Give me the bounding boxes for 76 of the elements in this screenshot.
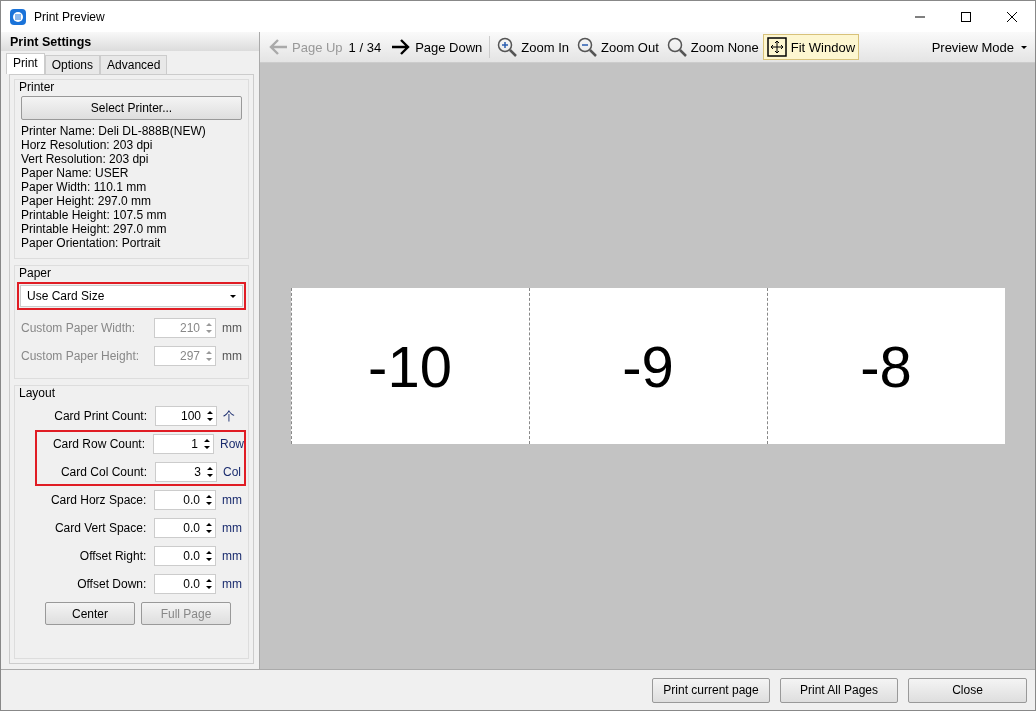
- spin-arrows-icon[interactable]: [206, 522, 212, 534]
- field-label: Card Vert Space:: [53, 521, 148, 535]
- arrow-right-icon: [391, 37, 412, 57]
- spin-field[interactable]: 3: [155, 462, 217, 482]
- card-number: -9: [528, 288, 767, 444]
- tab[interactable]: Print: [6, 53, 45, 74]
- spin-arrows-icon[interactable]: [206, 578, 212, 590]
- printer-info: Paper Name: USER: [21, 166, 130, 180]
- unit-label: Row: [220, 437, 244, 451]
- layout-button[interactable]: Center: [45, 602, 135, 625]
- zoom-out-button[interactable]: Zoom Out: [573, 34, 663, 60]
- unit-label: mm: [222, 321, 242, 335]
- fit-window-button[interactable]: Fit Window: [762, 34, 860, 60]
- fit-window-icon: [766, 37, 787, 57]
- field-label: Card Horz Space:: [49, 493, 148, 507]
- select-printer-button[interactable]: Select Printer...: [21, 96, 242, 120]
- footer-button[interactable]: Close: [908, 677, 1027, 703]
- footer-button[interactable]: Print current page: [652, 677, 770, 703]
- spin-arrows-icon[interactable]: [206, 494, 212, 506]
- printer-info: Vert Resolution: 203 dpi: [21, 152, 150, 166]
- spin-field[interactable]: 1: [153, 434, 214, 454]
- spin-arrows-icon[interactable]: [206, 550, 212, 562]
- card-number: -8: [766, 288, 1005, 444]
- group-title: Printer: [19, 80, 56, 94]
- printer-info: Horz Resolution: 203 dpi: [21, 138, 154, 152]
- printer-info: Printable Height: 107.5 mm: [21, 208, 168, 222]
- zoom-in-icon: [497, 37, 518, 57]
- magnifier-icon: [666, 37, 687, 57]
- printer-info: Printer Name: Deli DL-888B(NEW): [21, 124, 207, 138]
- spin-field[interactable]: 0.0: [154, 490, 216, 510]
- group-title: Paper: [19, 266, 53, 280]
- spin-arrows-icon[interactable]: [204, 438, 210, 450]
- page-down-button[interactable]: Page Down: [387, 34, 487, 60]
- unit-label: mm: [222, 493, 242, 507]
- footer-button[interactable]: Print All Pages: [780, 677, 898, 703]
- unit-label: mm: [222, 349, 242, 363]
- spin-field[interactable]: 0.0: [154, 574, 216, 594]
- field-label: Offset Down:: [76, 577, 148, 591]
- window-title: Print Preview: [34, 9, 105, 24]
- group-title: Layout: [19, 386, 57, 400]
- field-label: Card Print Count:: [53, 409, 148, 423]
- printer-info: Paper Height: 297.0 mm: [21, 194, 153, 208]
- app-icon: [10, 8, 26, 25]
- field-label: Custom Paper Height:: [21, 349, 141, 363]
- close-icon[interactable]: [1007, 11, 1017, 22]
- unit-label: mm: [222, 577, 242, 591]
- spin-field[interactable]: 0.0: [154, 546, 216, 566]
- paper-dropdown[interactable]: Use Card Size: [20, 285, 243, 307]
- field-label: Card Col Count:: [59, 465, 148, 479]
- unit-label: Col: [223, 465, 241, 479]
- spin-field[interactable]: 0.0: [154, 518, 216, 538]
- field-label: Custom Paper Width:: [21, 321, 137, 335]
- card-number: -10: [290, 288, 529, 444]
- printer-info: Paper Width: 110.1 mm: [21, 180, 148, 194]
- printer-info: Printable Height: 297.0 mm: [21, 222, 168, 236]
- unit-label: 个: [223, 407, 235, 425]
- field-label: Offset Right:: [78, 549, 148, 563]
- unit-label: mm: [222, 521, 242, 535]
- spin-arrows-icon[interactable]: [207, 466, 213, 478]
- spin-field[interactable]: 100: [155, 406, 217, 426]
- preview-mode-button[interactable]: Preview Mode: [927, 36, 1031, 58]
- zoom-none-button[interactable]: Zoom None: [662, 34, 763, 60]
- zoom-in-button[interactable]: Zoom In: [493, 34, 574, 60]
- spin-arrows-icon[interactable]: [207, 410, 213, 422]
- panel-title: Print Settings: [1, 32, 259, 51]
- unit-label: mm: [222, 549, 242, 563]
- tab[interactable]: Options: [44, 55, 101, 74]
- field-label: Card Row Count:: [51, 437, 146, 451]
- page-indicator: 1 / 34: [348, 39, 382, 55]
- printer-info: Paper Orientation: Portrait: [21, 236, 162, 250]
- maximize-icon[interactable]: [961, 11, 971, 22]
- caret-icon: [230, 294, 236, 298]
- tab[interactable]: Advanced: [100, 55, 168, 74]
- zoom-out-icon: [577, 37, 598, 57]
- arrow-left-icon: [268, 37, 288, 57]
- caret-icon: [1021, 45, 1027, 49]
